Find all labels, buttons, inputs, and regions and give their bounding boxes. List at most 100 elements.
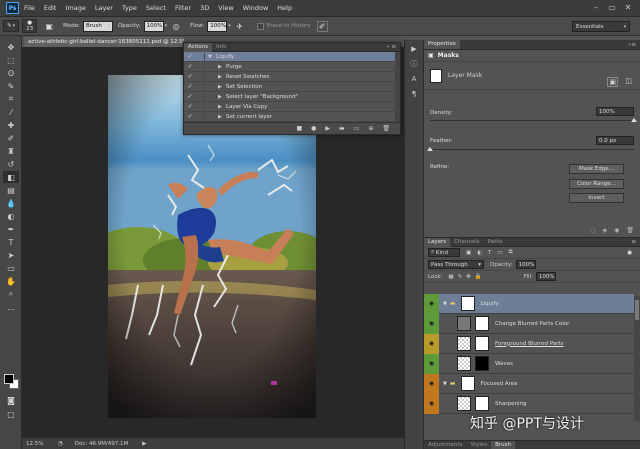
action-toggle-check-icon[interactable]: ✓ (184, 83, 196, 90)
history-brush-tool-icon[interactable]: ↺ (3, 158, 19, 170)
lasso-tool-icon[interactable]: ʘ (3, 67, 19, 79)
pressure-opacity-icon[interactable]: ◎ (170, 20, 182, 32)
density-slider-knob[interactable] (631, 118, 637, 122)
add-vector-mask-icon[interactable]: ◫ (625, 77, 632, 85)
menu-select[interactable]: Select (146, 4, 166, 12)
brush-tool-icon[interactable]: ✐ (3, 132, 19, 144)
tool-preset-picker[interactable]: ✎ ▾ (3, 20, 20, 32)
document-size[interactable]: Doc: 46.9M/497.1M (75, 441, 129, 447)
action-toggle-check-icon[interactable]: ✓ (184, 113, 196, 120)
path-select-tool-icon[interactable]: ➤ (3, 249, 19, 261)
new-set-icon[interactable]: ▬ (339, 125, 345, 132)
maximize-button[interactable]: ▭ (606, 2, 618, 13)
layer-thumbnail[interactable] (457, 356, 471, 371)
layer-thumbnail[interactable] (457, 396, 471, 411)
action-row[interactable]: ✓ ▶ Set current layer (184, 112, 400, 122)
new-action-icon[interactable]: ▭ (354, 125, 360, 132)
filter-type-icon[interactable]: T (488, 250, 491, 256)
gradient-tool-icon[interactable]: ▤ (3, 184, 19, 196)
stop-icon[interactable]: ■ (296, 125, 302, 132)
expand-right-icon[interactable]: ▶ (218, 64, 226, 70)
hand-tool-icon[interactable]: ✋ (3, 275, 19, 287)
play-action-icon[interactable]: ▶ (407, 43, 421, 55)
select-pixel-mask-icon[interactable]: ▣ (607, 77, 618, 87)
action-row[interactable]: ✓ ▶ Set Selection (184, 82, 400, 92)
layer-name[interactable]: Change Blurred Parts Color (495, 321, 569, 327)
dodge-tool-icon[interactable]: ◐ (3, 210, 19, 222)
visibility-eye-icon[interactable]: ◉ (424, 393, 439, 414)
menu-file[interactable]: File (24, 4, 35, 12)
layer-name[interactable]: Waves (495, 361, 513, 367)
layer-mask-thumbnail[interactable] (460, 376, 475, 391)
action-dialog-toggle[interactable] (196, 102, 205, 111)
menu-edit[interactable]: Edit (44, 4, 57, 12)
layer-thumbnail[interactable] (457, 336, 471, 351)
status-menu-arrow-icon[interactable]: ▶ (142, 441, 146, 447)
chevron-down-icon[interactable]: ▾ (228, 23, 231, 29)
actions-scrollbar[interactable] (395, 52, 400, 122)
action-row[interactable]: ✓ ▶ Reset Swatches (184, 72, 400, 82)
zoom-level[interactable]: 12.5% (26, 441, 43, 447)
density-field[interactable]: 100% (596, 107, 634, 116)
close-button[interactable]: ✕ (622, 2, 634, 13)
action-dialog-toggle[interactable] (196, 62, 205, 71)
mask-edge-button[interactable]: Mask Edge... (569, 164, 624, 174)
invert-button[interactable]: Invert (569, 193, 624, 203)
move-tool-icon[interactable]: ✥ (3, 41, 19, 53)
filter-adjustment-icon[interactable]: ◐ (477, 250, 482, 256)
minimize-button[interactable]: – (590, 2, 602, 13)
menu-view[interactable]: View (218, 4, 233, 12)
filter-toggle-icon[interactable]: ● (627, 250, 632, 256)
expand-down-icon[interactable]: ▼ (208, 54, 216, 60)
expand-right-icon[interactable]: ▶ (218, 104, 226, 110)
action-toggle-check-icon[interactable]: ✓ (184, 103, 196, 110)
expand-right-icon[interactable]: ▶ (218, 74, 226, 80)
status-icon[interactable]: ◔ (57, 440, 62, 447)
layer-row[interactable]: ◉ Sharpening (424, 393, 634, 414)
density-slider-track[interactable] (430, 120, 634, 121)
tab-paths[interactable]: Paths (484, 238, 507, 247)
foreground-color-swatch[interactable] (4, 374, 14, 384)
chevron-down-icon[interactable]: ▾ (165, 23, 168, 29)
layer-row[interactable]: ◉ ▼ ▬ Focused Area (424, 373, 634, 394)
filter-shape-icon[interactable]: ▭ (497, 250, 502, 256)
erase-to-history-checkbox[interactable] (256, 22, 264, 30)
filter-pixel-icon[interactable]: ▣ (466, 250, 471, 256)
expand-right-icon[interactable]: ▶ (218, 84, 226, 90)
visibility-eye-icon[interactable]: ◉ (424, 353, 439, 374)
quick-mask-icon[interactable]: ◙ (3, 394, 19, 406)
properties-menu-icon[interactable]: »≡ (628, 42, 636, 48)
flow-field[interactable]: 100% (207, 20, 228, 32)
visibility-eye-icon[interactable]: ◉ (424, 333, 439, 354)
clone-stamp-tool-icon[interactable]: ♜ (3, 145, 19, 157)
color-range-button[interactable]: Color Range... (569, 179, 624, 189)
layer-mask-thumbnail[interactable] (475, 336, 489, 351)
expand-right-icon[interactable]: ▶ (218, 114, 226, 120)
menu-help[interactable]: Help (277, 4, 292, 12)
eraser-tool-icon[interactable]: ◧ (3, 171, 19, 183)
action-dialog-toggle[interactable] (196, 92, 205, 101)
mode-select[interactable]: Brush ▾ (82, 20, 113, 32)
group-expand-icon[interactable]: ▼ (443, 381, 447, 387)
layers-menu-icon[interactable]: ≡ (631, 239, 636, 245)
feather-slider-knob[interactable] (427, 147, 433, 151)
blur-tool-icon[interactable]: 💧 (3, 197, 19, 209)
feather-field[interactable]: 0.0 px (596, 136, 634, 145)
extras-tool-icon[interactable]: … (3, 301, 19, 313)
load-selection-icon[interactable]: ◌ (590, 227, 595, 234)
lock-transparent-icon[interactable]: ▦ (448, 274, 453, 280)
apply-mask-icon[interactable]: ◈ (603, 227, 608, 234)
blend-mode-select[interactable]: Pass Through ▾ (428, 260, 484, 269)
layer-row[interactable]: ◉ ▼ ▬ Liquify (424, 294, 634, 314)
menu-layer[interactable]: Layer (95, 4, 113, 12)
workspace-switcher[interactable]: Essentials ▾ (572, 21, 630, 32)
action-dialog-toggle[interactable] (196, 72, 205, 81)
lock-position-icon[interactable]: ✥ (466, 274, 471, 280)
layers-scrollbar[interactable] (634, 296, 640, 421)
airbrush-icon[interactable]: ✈ (234, 20, 246, 32)
filter-smart-object-icon[interactable]: ⧉ (509, 249, 513, 256)
crop-tool-icon[interactable]: ⌗ (3, 93, 19, 105)
layer-name[interactable]: Sharpening (495, 401, 526, 407)
layers-scrollbar-thumb[interactable] (635, 300, 639, 320)
menu-image[interactable]: Image (65, 4, 85, 12)
